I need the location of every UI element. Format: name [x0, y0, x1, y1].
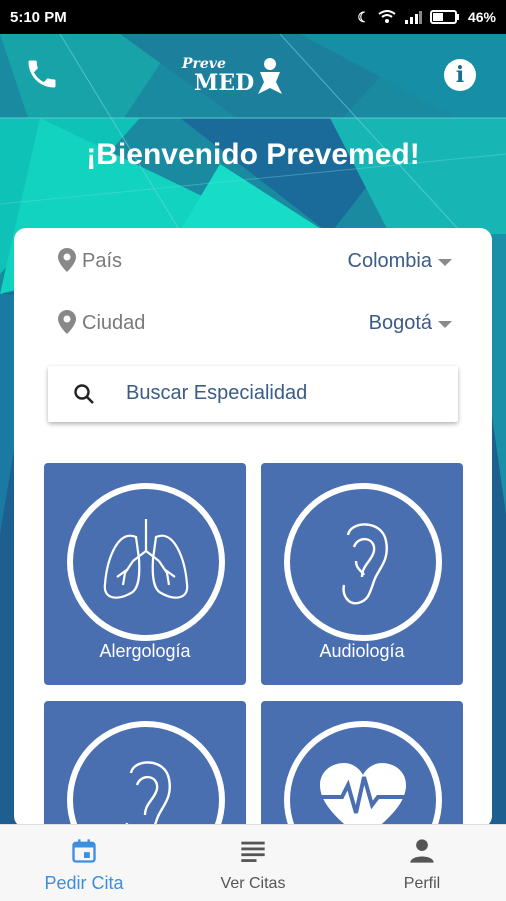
list-icon [241, 841, 265, 862]
specialty-tile-3[interactable] [44, 701, 246, 828]
nav-label: Perfil [403, 875, 441, 892]
lungs-icon [103, 519, 189, 599]
bottom-navigation: Pedir Cita Ver Citas Perfil [0, 824, 506, 901]
main-card: País Colombia Ciudad Bogotá Buscar Espec… [14, 228, 492, 828]
chevron-down-icon[interactable] [438, 259, 452, 266]
moon-icon: ☾ [357, 8, 370, 25]
status-icons: ☾ 46% [357, 9, 496, 26]
phone-icon[interactable] [24, 56, 60, 92]
location-pin-icon [58, 248, 76, 272]
country-label: País [82, 250, 123, 272]
battery-icon [429, 10, 459, 24]
nav-perfil[interactable]: Perfil [338, 825, 506, 901]
status-time: 5:10 PM [10, 8, 67, 26]
nav-pedir-cita[interactable]: Pedir Cita [0, 825, 168, 901]
specialty-name: Alergología [99, 641, 191, 661]
chevron-down-icon[interactable] [438, 321, 452, 328]
svg-text:MED: MED [194, 70, 254, 96]
city-selector[interactable]: Ciudad Bogotá [14, 302, 492, 342]
country-selector[interactable]: País Colombia [14, 240, 492, 280]
wifi-icon [378, 10, 396, 23]
ear-icon [342, 523, 388, 605]
nav-label: Ver Citas [220, 875, 286, 892]
city-label: Ciudad [82, 312, 146, 334]
battery-percent: 46% [467, 9, 496, 25]
person-icon [410, 839, 434, 863]
specialty-tile-4[interactable] [261, 701, 463, 828]
heart-pulse-icon [320, 763, 406, 828]
search-placeholder: Buscar Especialidad [126, 382, 308, 404]
status-bar: 5:10 PM ☾ 46% [0, 0, 506, 34]
info-icon[interactable]: i [444, 59, 476, 91]
prevemed-logo: Preve MED [180, 52, 290, 96]
signal-icon [404, 11, 422, 24]
city-value[interactable]: Bogotá [369, 312, 432, 335]
ear-icon [125, 761, 171, 828]
search-icon [74, 384, 94, 404]
location-pin-icon [58, 310, 76, 334]
search-specialty-input[interactable]: Buscar Especialidad [48, 366, 458, 422]
specialty-tile-audiologia[interactable]: Audiología [261, 463, 463, 685]
specialty-tile-alergologia[interactable]: Alergología [44, 463, 246, 685]
nav-ver-citas[interactable]: Ver Citas [169, 825, 337, 901]
specialty-name: Audiología [319, 641, 405, 661]
app-header: Preve MED i [0, 34, 506, 118]
calendar-icon [72, 839, 96, 863]
nav-label: Pedir Cita [44, 873, 124, 893]
welcome-title: ¡Bienvenido Prevemed! [86, 138, 420, 171]
country-value[interactable]: Colombia [348, 250, 432, 273]
